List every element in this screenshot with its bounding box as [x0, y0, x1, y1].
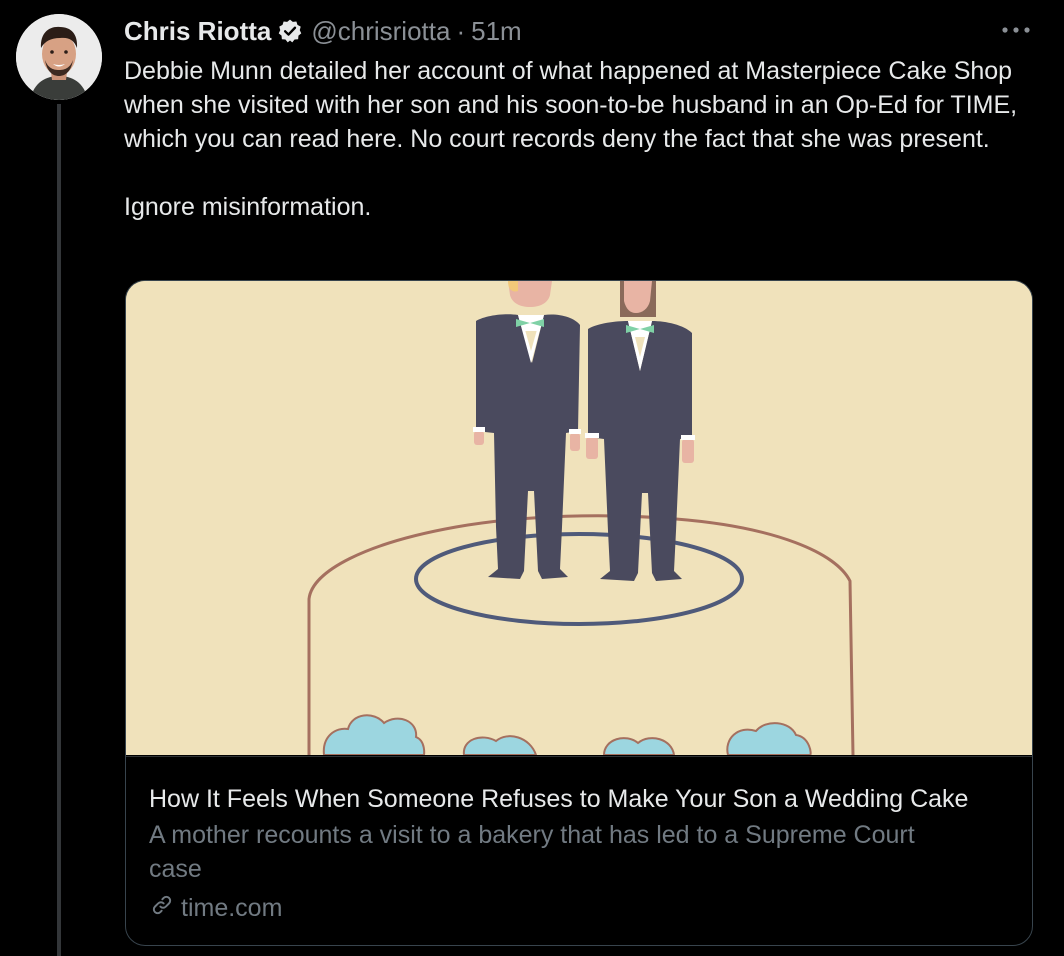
more-options-icon[interactable]	[998, 16, 1034, 44]
thread-line	[57, 104, 61, 956]
timestamp[interactable]: 51m	[471, 16, 522, 47]
tweet-paragraph-2: Ignore misinformation.	[124, 193, 372, 221]
card-description: A mother recounts a visit to a bakery th…	[149, 821, 915, 883]
tweet-header: Chris Riotta @chrisriotta · 51m	[124, 14, 522, 48]
tweet-text: Debbie Munn detailed her account of what…	[124, 54, 1044, 224]
card-domain[interactable]: time.com	[149, 891, 282, 925]
author-name[interactable]: Chris Riotta	[124, 16, 271, 47]
separator-dot: ·	[456, 15, 466, 46]
avatar-image	[16, 14, 102, 100]
link-card[interactable]: How It Feels When Someone Refuses to Mak…	[125, 280, 1033, 946]
avatar[interactable]	[16, 14, 102, 100]
verified-badge-icon	[277, 18, 303, 44]
card-body[interactable]: How It Feels When Someone Refuses to Mak…	[126, 756, 1032, 945]
link-icon	[149, 892, 175, 925]
author-handle[interactable]: @chrisriotta	[311, 16, 450, 47]
tweet-paragraph-1: Debbie Munn detailed her account of what…	[124, 57, 1018, 153]
card-title[interactable]: How It Feels When Someone Refuses to Mak…	[149, 783, 1009, 815]
card-image	[126, 281, 1032, 755]
card-domain-text: time.com	[181, 893, 283, 922]
